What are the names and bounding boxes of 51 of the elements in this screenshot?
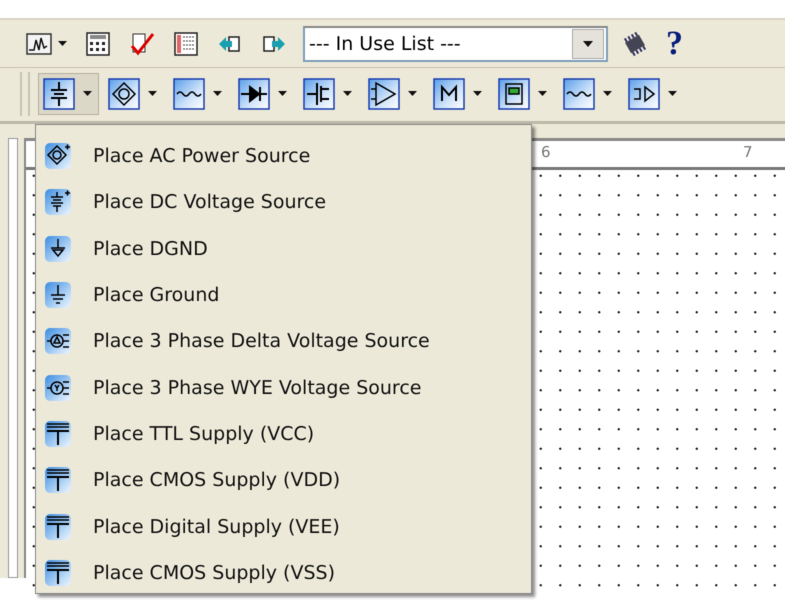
graph-icon (26, 32, 52, 56)
three-phase-icon (45, 328, 71, 354)
menu-item[interactable]: Place DGND (36, 226, 531, 272)
wave-icon (563, 78, 595, 110)
caret-icon (583, 40, 593, 46)
in-use-list-dropdown[interactable]: --- In Use List --- (303, 26, 608, 62)
keypad-icon (85, 32, 111, 56)
supply-icon (45, 420, 71, 447)
ground-icon (45, 282, 71, 308)
caret-icon (538, 90, 547, 96)
caret-icon (668, 90, 677, 96)
caret-icon (473, 90, 482, 96)
ac-source-icon (45, 143, 71, 170)
supply-icon (45, 514, 71, 540)
ac-source-icon (108, 78, 140, 110)
caret-icon (213, 90, 222, 96)
ruler-label: 6 (541, 143, 551, 161)
play-icon (628, 78, 660, 110)
digital-ground-icon (45, 236, 71, 262)
menu-item[interactable]: Place Ground (36, 272, 531, 318)
caret-icon (148, 90, 157, 96)
supply-icon (45, 467, 71, 494)
menu-item[interactable]: Place CMOS Supply (VDD) (36, 457, 531, 504)
supply-icon (45, 560, 71, 586)
menu-item[interactable]: Place TTL Supply (VCC) (36, 410, 531, 458)
help-button[interactable]: ? (662, 26, 687, 60)
component-button[interactable] (38, 72, 99, 114)
menu-item[interactable]: Place DC Voltage Source (36, 179, 531, 226)
menu-item[interactable]: Place AC Power Source (36, 133, 531, 180)
chip-icon (498, 78, 530, 110)
caret-icon (83, 90, 92, 96)
menu-item[interactable]: Place 3 Phase Delta Voltage Source (36, 318, 531, 364)
battery-icon (45, 189, 71, 216)
menu-item[interactable]: Place CMOS Supply (VSS) (36, 550, 531, 596)
table-icon (173, 32, 199, 56)
caret-icon (408, 90, 417, 96)
amplifier-icon (368, 78, 400, 110)
transistor-icon (303, 78, 335, 110)
ruler-label: 7 (743, 143, 753, 161)
diode-icon (238, 78, 270, 110)
menu-item[interactable]: Place Digital Supply (VEE) (36, 503, 531, 550)
three-phase-icon (45, 374, 71, 401)
caret-icon (278, 90, 287, 96)
caret-icon (603, 90, 612, 96)
menu-item[interactable]: Place 3 Phase WYE Voltage Source (36, 364, 531, 411)
wave-icon (173, 78, 205, 110)
caret-icon (343, 90, 352, 96)
caret-icon (58, 40, 67, 46)
checkmark-icon (129, 32, 155, 56)
toolbar-grip[interactable] (20, 72, 30, 116)
battery-icon (43, 78, 75, 110)
